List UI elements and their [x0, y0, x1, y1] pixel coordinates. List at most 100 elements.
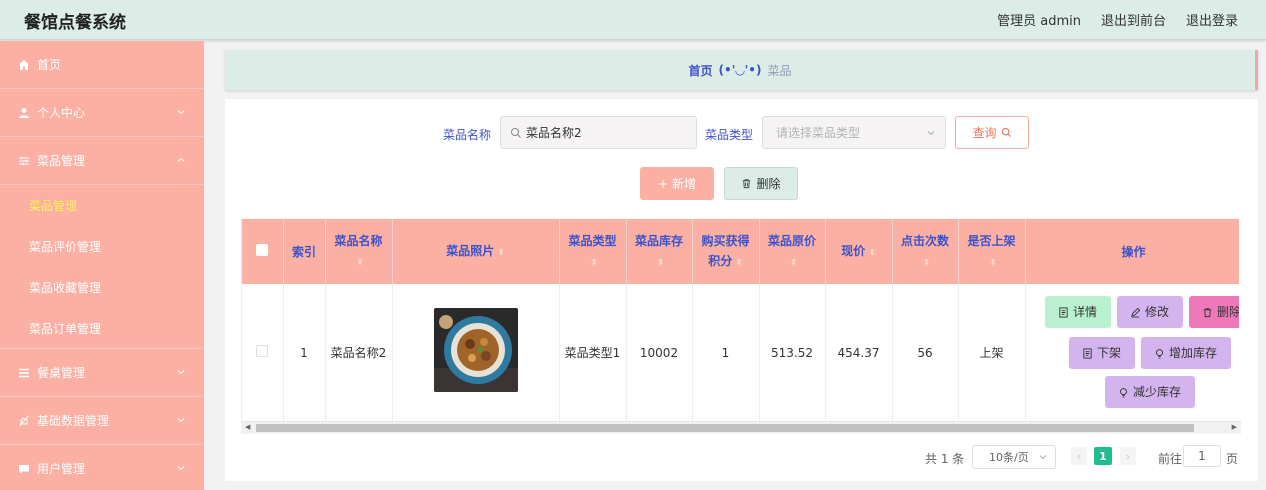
- scrollbar-thumb[interactable]: [256, 424, 1194, 432]
- dish-table: 索引 菜品名称 ⬍ 菜品照片 ⬍ 菜品类型 ⬍ 菜品库存 ⬍ 购买获得积分 ⬍ 菜品原价 ⬍…: [241, 219, 1239, 434]
- user-icon: [17, 106, 31, 120]
- sidebar-item-user-management[interactable]: 用户管理: [0, 445, 204, 490]
- dish-type-select[interactable]: 请选择菜品类型: [762, 116, 946, 149]
- edit-button[interactable]: 修改: [1116, 296, 1183, 328]
- sort-icon[interactable]: ⬍: [497, 243, 505, 263]
- scroll-left-icon[interactable]: ◀: [245, 423, 250, 431]
- top-header: 餐馆点餐系统 管理员 admin 退出到前台 退出登录: [0, 0, 1266, 40]
- add-stock-button[interactable]: 增加库存: [1140, 337, 1231, 369]
- goto-page-input[interactable]: 1: [1183, 445, 1221, 467]
- cell-index: 1: [283, 284, 326, 422]
- cell-points: 1: [692, 284, 760, 422]
- reduce-stock-button[interactable]: 减少库存: [1104, 376, 1195, 408]
- cell-actions: 详情 修改 删除 下架 增加库存 减少库存: [1025, 284, 1239, 422]
- sidebar-item-profile[interactable]: 个人中心: [0, 89, 204, 137]
- column-header-price[interactable]: 现价 ⬍: [825, 219, 893, 284]
- sort-icon[interactable]: ⬍: [735, 253, 743, 273]
- table-horizontal-scrollbar[interactable]: ◀ ▶: [241, 421, 1241, 434]
- header-label: 现价: [841, 243, 866, 258]
- sort-icon[interactable]: ⬍: [356, 253, 364, 273]
- column-header-points[interactable]: 购买获得积分 ⬍: [692, 219, 760, 284]
- select-all-checkbox[interactable]: [256, 243, 269, 256]
- batch-delete-button[interactable]: 删除: [724, 167, 798, 200]
- sidebar-item-label: 个人中心: [37, 106, 86, 120]
- breadcrumb-separator: (•'◡'•): [718, 63, 762, 77]
- sort-icon[interactable]: ⬍: [790, 253, 798, 273]
- column-header-type[interactable]: 菜品类型 ⬍: [559, 219, 627, 284]
- sidebar-item-label: 餐桌管理: [37, 366, 86, 380]
- submenu-item-dish-favorite[interactable]: 菜品收藏管理: [0, 267, 204, 308]
- row-checkbox[interactable]: [256, 344, 269, 357]
- add-stock-label: 增加库存: [1168, 346, 1217, 360]
- edit-label: 修改: [1144, 305, 1169, 319]
- column-header-original-price[interactable]: 菜品原价 ⬍: [759, 219, 826, 284]
- detail-label: 详情: [1072, 305, 1097, 319]
- trash-icon: [1203, 307, 1212, 317]
- sidebar-item-dish-management[interactable]: 菜品管理: [0, 137, 204, 185]
- sidebar-item-table-management[interactable]: 餐桌管理: [0, 349, 204, 397]
- cell-original-price: 513.52: [759, 284, 826, 422]
- exit-to-front-link[interactable]: 退出到前台: [1101, 10, 1166, 29]
- row-select-cell[interactable]: [242, 284, 284, 422]
- column-header-clicks[interactable]: 点击次数 ⬍: [892, 219, 959, 284]
- header-label: 索引: [291, 244, 316, 259]
- sidebar-item-home[interactable]: 首页: [0, 41, 204, 89]
- action-bar: 新增 删除: [225, 167, 1258, 201]
- prev-page-button[interactable]: ‹: [1071, 447, 1087, 465]
- sidebar: 首页 个人中心 菜品管理 菜品管理 菜品评价管理 菜品收藏管理 菜品订单管理 餐…: [0, 41, 204, 490]
- admin-label[interactable]: 管理员 admin: [997, 10, 1081, 29]
- cell-on-sale: 上架: [958, 284, 1026, 422]
- select-all-cell[interactable]: [242, 219, 284, 284]
- sidebar-item-label: 基础数据管理: [37, 414, 110, 428]
- cell-type: 菜品类型1: [559, 284, 627, 422]
- column-header-index: 索引: [283, 219, 326, 284]
- home-icon: [17, 58, 31, 72]
- logout-link[interactable]: 退出登录: [1186, 10, 1238, 29]
- add-button-label: 新增: [671, 177, 696, 191]
- column-header-name[interactable]: 菜品名称 ⬍: [325, 219, 393, 284]
- sort-icon[interactable]: ⬍: [657, 253, 665, 273]
- page-number-current[interactable]: 1: [1094, 447, 1112, 465]
- reduce-stock-label: 减少库存: [1132, 385, 1181, 399]
- add-button[interactable]: 新增: [640, 167, 714, 200]
- column-header-photo[interactable]: 菜品照片 ⬍: [392, 219, 560, 284]
- dish-type-label: 菜品类型: [705, 128, 754, 142]
- breadcrumb-home[interactable]: 首页: [689, 62, 713, 79]
- sort-icon[interactable]: ⬍: [923, 253, 931, 273]
- next-page-button[interactable]: ›: [1120, 447, 1136, 465]
- dish-name-label: 菜品名称: [443, 128, 492, 142]
- detail-button[interactable]: 详情: [1044, 296, 1111, 328]
- page-unit-label: 页: [1226, 452, 1239, 466]
- bell-off-icon: [17, 414, 31, 428]
- submenu-item-dish-review[interactable]: 菜品评价管理: [0, 226, 204, 267]
- column-header-actions: 操作: [1025, 219, 1239, 284]
- header-label: 菜品库存: [634, 233, 683, 248]
- cell-name: 菜品名称2: [325, 284, 393, 422]
- off-shelf-button[interactable]: 下架: [1068, 337, 1135, 369]
- delete-button[interactable]: 删除: [1188, 296, 1239, 328]
- sliders-icon: [17, 154, 31, 168]
- query-button[interactable]: 查询: [955, 116, 1029, 149]
- dish-photo[interactable]: [433, 308, 518, 392]
- column-header-stock[interactable]: 菜品库存 ⬍: [626, 219, 693, 284]
- column-header-on-sale[interactable]: 是否上架 ⬍: [958, 219, 1026, 284]
- header-label: 菜品名称: [334, 233, 383, 248]
- document-icon: [1083, 347, 1092, 359]
- submenu-item-dish-management[interactable]: 菜品管理: [0, 185, 204, 226]
- search-icon: [511, 127, 521, 138]
- sort-icon[interactable]: ⬍: [989, 253, 997, 273]
- sort-icon[interactable]: ⬍: [590, 253, 598, 273]
- page-size-select[interactable]: 10条/页: [972, 445, 1056, 469]
- scroll-right-icon[interactable]: ▶: [1232, 423, 1237, 431]
- sidebar-item-basic-data[interactable]: 基础数据管理: [0, 397, 204, 445]
- submenu-item-dish-order[interactable]: 菜品订单管理: [0, 308, 204, 349]
- chevron-left-icon: ‹: [1076, 449, 1082, 463]
- chevron-down-icon: [927, 131, 935, 136]
- breadcrumb-current: 菜品: [767, 63, 792, 78]
- list-icon: [17, 366, 31, 380]
- table-row: 1 菜品名称2 菜品类型1 10002 1 513.52 454.37 56 上…: [242, 284, 1239, 422]
- sidebar-item-label: 用户管理: [37, 462, 86, 476]
- sort-icon[interactable]: ⬍: [868, 243, 876, 263]
- chevron-up-icon: [177, 157, 185, 162]
- dish-name-input[interactable]: 菜品名称2: [500, 116, 697, 149]
